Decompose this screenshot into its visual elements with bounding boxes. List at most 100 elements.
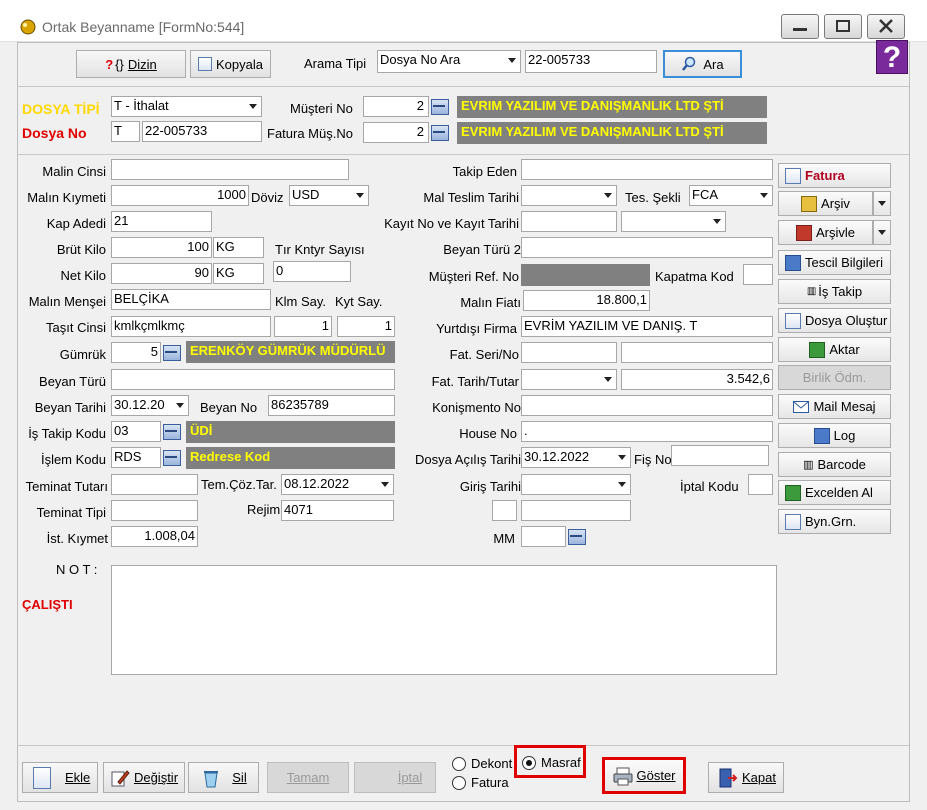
kopyala-button[interactable]: Kopyala bbox=[190, 50, 271, 78]
arama-tipi-select[interactable]: Dosya No Ara bbox=[377, 50, 521, 73]
status-text: ÇALIŞTI bbox=[22, 597, 73, 612]
aktar-button[interactable]: Aktar bbox=[778, 337, 891, 362]
beyan-turu-input[interactable] bbox=[111, 369, 395, 390]
mensei-input[interactable]: BELÇİKA bbox=[111, 289, 271, 310]
tem-coz-picker[interactable]: 08.12.2022 bbox=[281, 474, 394, 495]
brut-kilo-input[interactable]: 100 bbox=[111, 237, 212, 258]
musteri-no-input[interactable]: 2 bbox=[363, 96, 429, 117]
is-takip-input[interactable]: 03 bbox=[111, 421, 161, 442]
tir-input[interactable]: 0 bbox=[273, 261, 351, 282]
tes-sekli-select[interactable]: FCA bbox=[689, 185, 773, 206]
dosya-acilis-picker[interactable]: 30.12.2022 bbox=[521, 447, 631, 468]
islem-kodu-picker-icon[interactable] bbox=[162, 448, 181, 466]
mail-mesaj-button[interactable]: Mail Mesaj bbox=[778, 394, 891, 419]
arsivle-button[interactable]: Arşivle bbox=[778, 220, 873, 245]
giris-tarihi-picker[interactable] bbox=[521, 474, 631, 495]
kapatma-kod-label: Kapatma Kod bbox=[655, 269, 734, 284]
gumruk-input[interactable]: 5 bbox=[111, 342, 161, 363]
dosya-olustur-button[interactable]: Dosya Oluştur bbox=[778, 308, 891, 333]
extra-value-input[interactable] bbox=[521, 500, 631, 521]
birlik-odm-button[interactable]: Birlik Ödm. bbox=[778, 365, 891, 390]
barcode-small-icon: ▥ bbox=[806, 286, 817, 297]
help-button[interactable]: ? bbox=[876, 40, 908, 74]
yurtdisi-input[interactable]: EVRİM YAZILIM VE DANIŞ. T bbox=[521, 316, 773, 337]
radio-dekont[interactable] bbox=[452, 757, 466, 771]
radio-fatura[interactable] bbox=[452, 776, 466, 790]
dizin-button[interactable]: ?{} Dizin bbox=[76, 50, 186, 78]
is-takip-picker-icon[interactable] bbox=[162, 422, 181, 440]
net-kilo-unit[interactable]: KG bbox=[213, 263, 264, 284]
rejim-input[interactable]: 4071 bbox=[281, 500, 394, 521]
close-button[interactable] bbox=[867, 14, 905, 39]
fis-no-input[interactable] bbox=[671, 445, 769, 466]
is-takip-button[interactable]: ▥ İş Takip bbox=[778, 279, 891, 304]
fat-tutar-input[interactable]: 3.542,6 bbox=[621, 369, 773, 390]
tasit-input[interactable]: kmlkçmlkmç bbox=[111, 316, 271, 337]
mal-teslim-picker[interactable] bbox=[521, 185, 617, 206]
dosya-tipi-select[interactable]: T - İthalat bbox=[111, 96, 262, 117]
ara-button[interactable]: Ara bbox=[663, 50, 742, 78]
iptal-kodu-input[interactable] bbox=[748, 474, 773, 495]
fat-seri-input[interactable] bbox=[521, 342, 617, 363]
beyan-no-input[interactable]: 86235789 bbox=[268, 395, 395, 416]
mm-input[interactable] bbox=[521, 526, 566, 547]
malin-fiati-input[interactable]: 18.800,1 bbox=[523, 290, 650, 311]
arsiv-dropdown[interactable] bbox=[873, 191, 891, 216]
kayit-tarihi-picker[interactable] bbox=[621, 211, 726, 232]
house-no-input[interactable]: . bbox=[521, 421, 773, 442]
gumruk-picker-icon[interactable] bbox=[162, 343, 181, 361]
kayit-no-input[interactable] bbox=[521, 211, 617, 232]
mensei-label: Malın Menşei bbox=[28, 294, 106, 309]
degistir-button[interactable]: Değiştir bbox=[103, 762, 185, 793]
sil-button[interactable]: Sil bbox=[188, 762, 259, 793]
radio-masraf[interactable] bbox=[522, 756, 536, 770]
klm-say-input[interactable]: 1 bbox=[274, 316, 332, 337]
fatura-button[interactable]: Fatura bbox=[778, 163, 891, 188]
kapatma-kod-input[interactable] bbox=[743, 264, 773, 285]
fatura-mus-input[interactable]: 2 bbox=[363, 122, 429, 143]
mm-picker-icon[interactable] bbox=[567, 527, 586, 545]
dosya-no-prefix[interactable]: T bbox=[111, 121, 140, 142]
is-takip-label: İş Takip Kodu bbox=[28, 426, 106, 441]
fatura-mus-label: Fatura Müş.No bbox=[267, 126, 353, 141]
note-textarea[interactable] bbox=[111, 565, 777, 675]
excelden-al-button[interactable]: Excelden Al bbox=[778, 480, 891, 505]
teminat-tipi-input[interactable] bbox=[111, 500, 198, 521]
goster-button[interactable]: Göster bbox=[605, 760, 683, 791]
minimize-button[interactable] bbox=[781, 14, 819, 39]
kapat-button[interactable]: Kapat bbox=[708, 762, 784, 793]
ist-kiymet-input[interactable]: 1.008,04 bbox=[111, 526, 198, 547]
ekle-button[interactable]: Ekle bbox=[22, 762, 98, 793]
tescil-bilgileri-button[interactable]: Tescil Bilgileri bbox=[778, 250, 891, 275]
musteri-picker-icon[interactable] bbox=[430, 97, 449, 115]
search-input[interactable]: 22-005733 bbox=[525, 50, 657, 73]
fat-tarih-picker[interactable] bbox=[521, 369, 617, 390]
doviz-select[interactable]: USD bbox=[289, 185, 369, 206]
fatura-mus-picker-icon[interactable] bbox=[430, 123, 449, 141]
iptal-button[interactable]: İptal bbox=[354, 762, 436, 793]
beyan-tarihi-picker[interactable]: 30.12.20 bbox=[111, 395, 189, 416]
maximize-button[interactable] bbox=[824, 14, 862, 39]
extra-code-input[interactable] bbox=[492, 500, 517, 521]
beyan-turu2-input[interactable] bbox=[521, 237, 773, 258]
barcode-button[interactable]: ▥ Barcode bbox=[778, 452, 891, 477]
malin-cinsi-input[interactable] bbox=[111, 159, 349, 180]
tamam-button[interactable]: Tamam bbox=[267, 762, 349, 793]
musteri-ref-field[interactable] bbox=[521, 264, 650, 286]
kap-adedi-input[interactable]: 21 bbox=[111, 211, 212, 232]
net-kilo-input[interactable]: 90 bbox=[111, 263, 212, 284]
fat-no-input[interactable] bbox=[621, 342, 773, 363]
dosya-no-input[interactable]: 22-005733 bbox=[142, 121, 262, 142]
teminat-tutari-input[interactable] bbox=[111, 474, 198, 495]
konismento-input[interactable] bbox=[521, 395, 773, 416]
malin-kiymeti-input[interactable]: 1000 bbox=[111, 185, 249, 206]
chevron-down-icon bbox=[760, 193, 768, 198]
arsiv-button[interactable]: Arşiv bbox=[778, 191, 873, 216]
is-takip-name: ÜDİ bbox=[186, 421, 395, 443]
islem-kodu-input[interactable]: RDS bbox=[111, 447, 161, 468]
takip-eden-input[interactable] bbox=[521, 159, 773, 180]
arsivle-dropdown[interactable] bbox=[873, 220, 891, 245]
byn-grn-button[interactable]: Byn.Grn. bbox=[778, 509, 891, 534]
brut-kilo-unit[interactable]: KG bbox=[213, 237, 264, 258]
log-button[interactable]: Log bbox=[778, 423, 891, 448]
